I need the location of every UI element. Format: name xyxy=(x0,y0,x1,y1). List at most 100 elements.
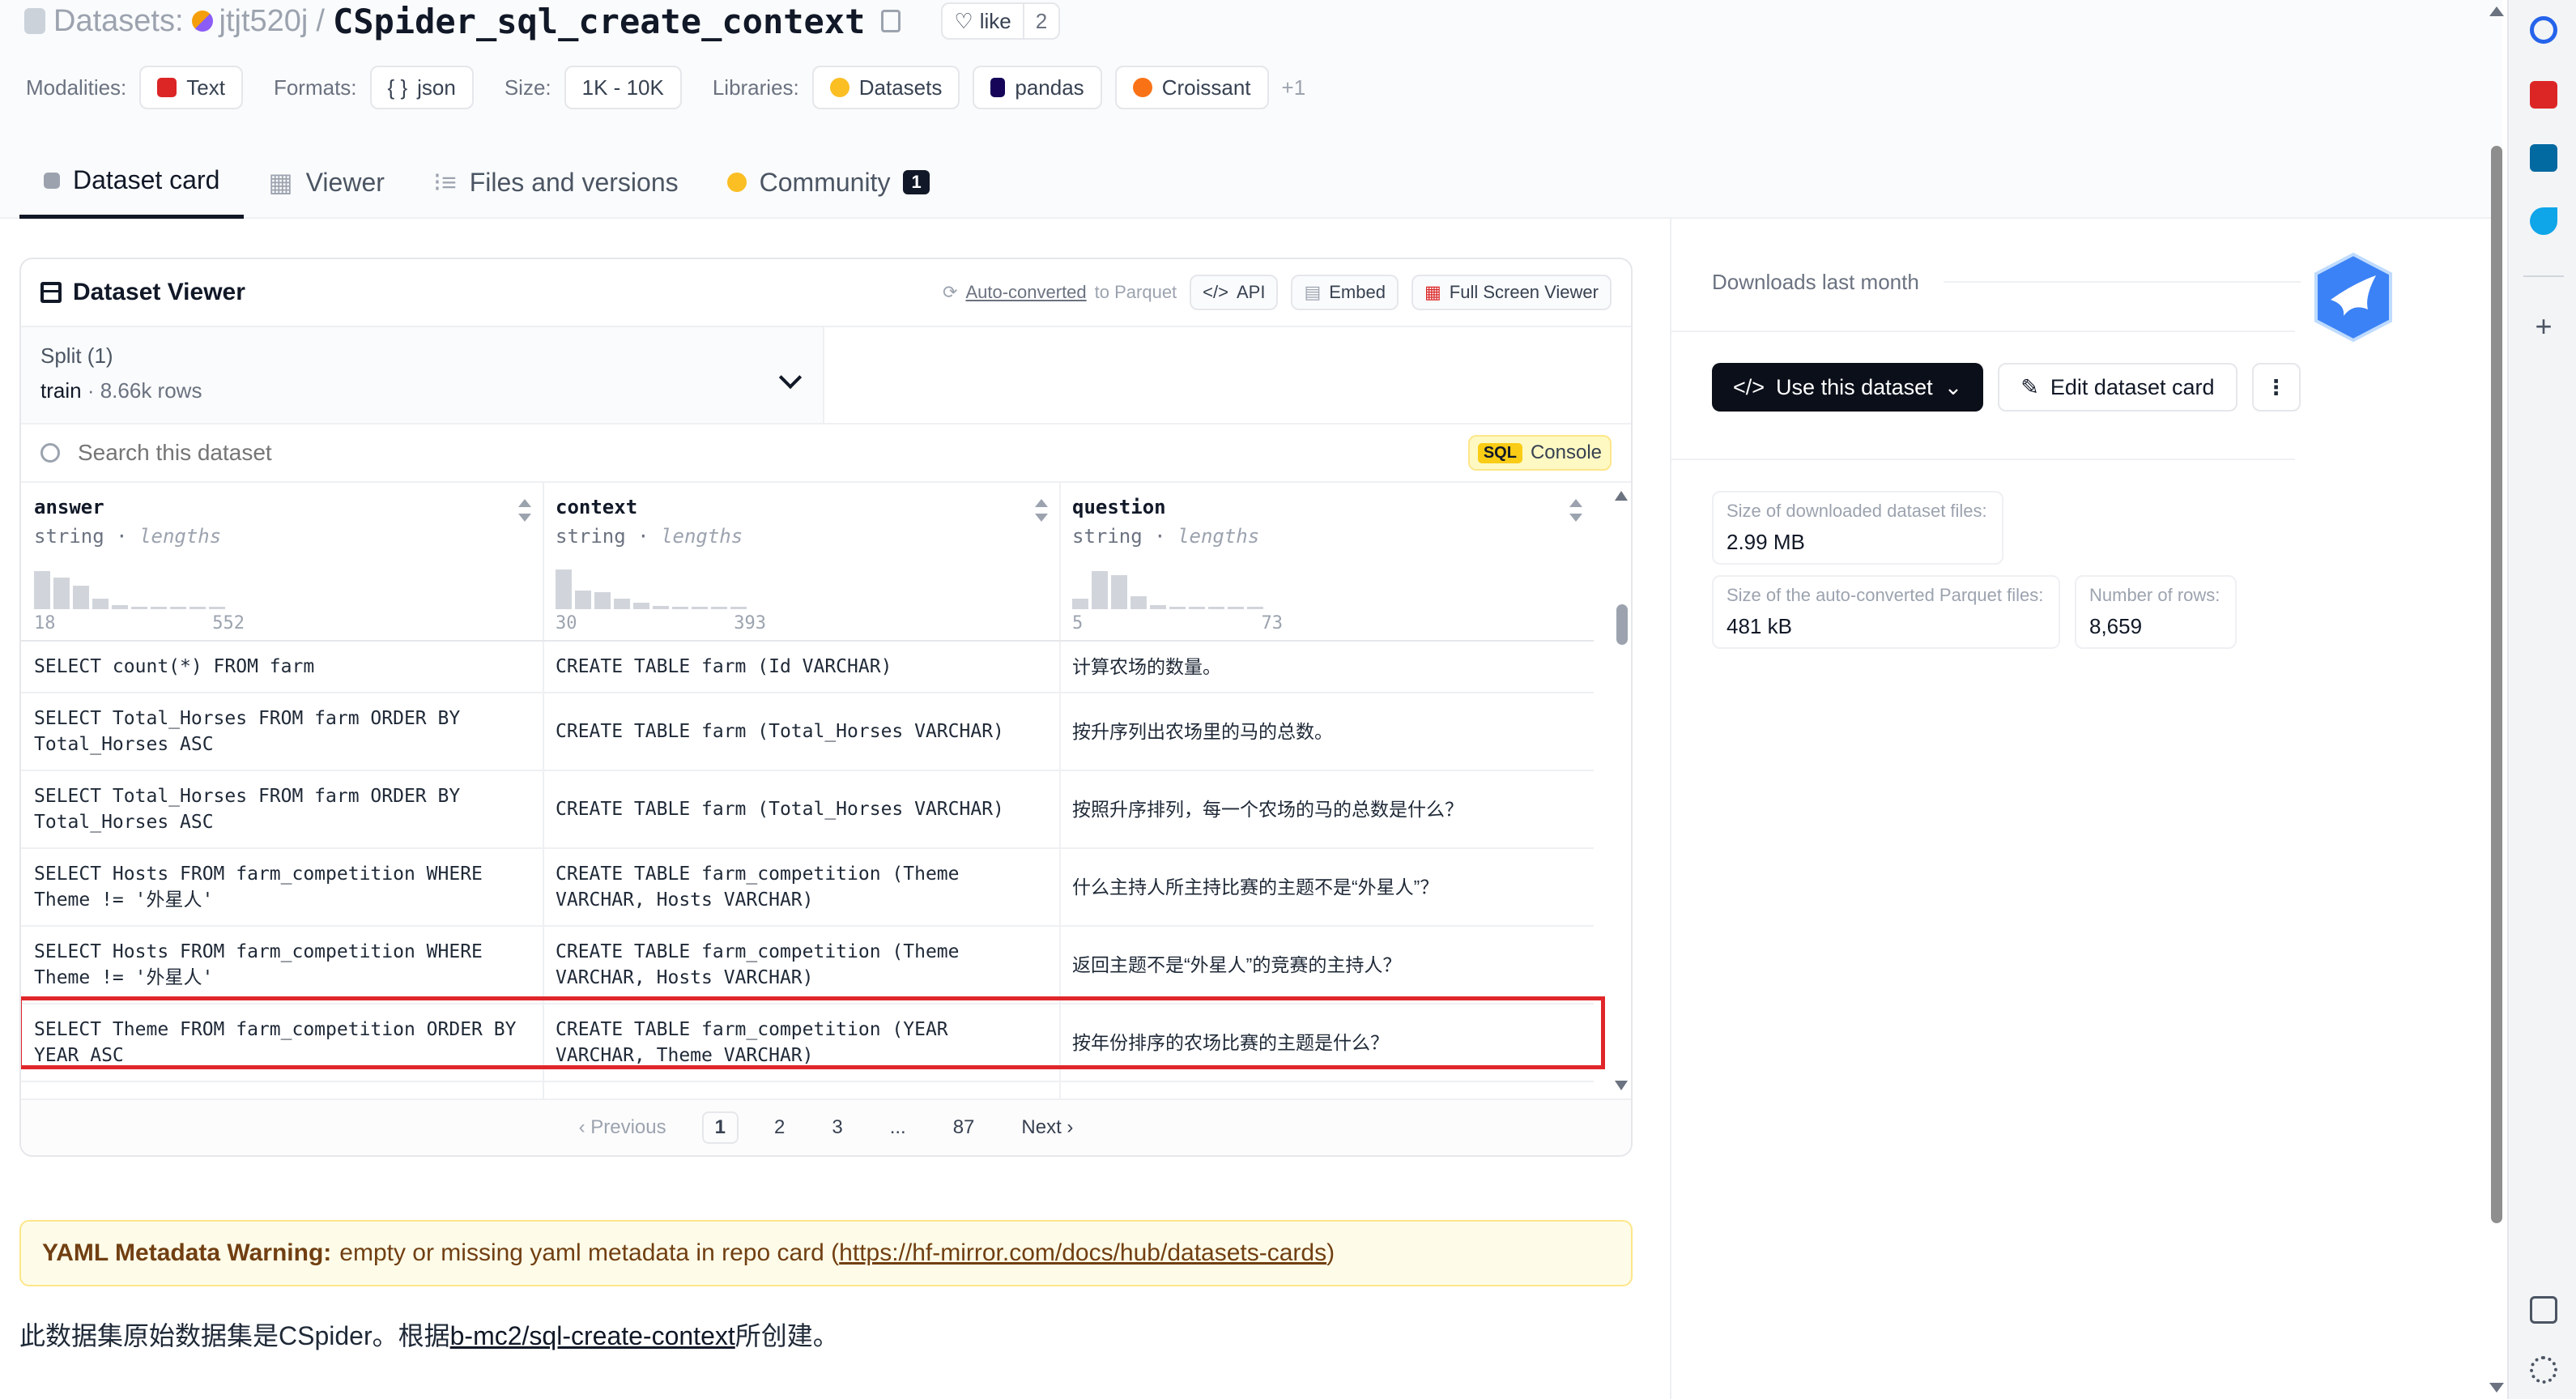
screenshot-icon[interactable] xyxy=(2530,1296,2557,1324)
auto-converted-note: ⟳ Auto-converted to Parquet xyxy=(943,282,1177,303)
more-libraries[interactable]: +1 xyxy=(1282,75,1306,100)
page-ellipsis: ... xyxy=(889,1116,906,1138)
scroll-down-icon[interactable] xyxy=(2489,1383,2504,1393)
histogram-bar xyxy=(1189,607,1205,609)
previous-page-button[interactable]: ‹ Previous xyxy=(568,1113,678,1142)
histogram-bar xyxy=(594,592,611,609)
histogram-bar xyxy=(1169,607,1186,609)
copy-icon[interactable] xyxy=(881,10,901,32)
split-rows: 8.66k rows xyxy=(100,378,202,403)
toolbox-icon[interactable] xyxy=(2530,81,2557,109)
histogram-bar xyxy=(633,603,649,609)
edit-card-button[interactable]: ✎ Edit dataset card xyxy=(1998,363,2238,412)
datasets-icon xyxy=(829,78,849,97)
use-dataset-button[interactable]: </> Use this dataset ⌄ xyxy=(1712,363,1984,412)
cube-icon xyxy=(44,172,60,189)
page-1[interactable]: 1 xyxy=(701,1111,739,1144)
page-scrollbar[interactable] xyxy=(2486,0,2506,1399)
sort-icon[interactable] xyxy=(1569,499,1582,522)
histogram-bar xyxy=(672,607,688,609)
histogram-bar xyxy=(1208,607,1224,609)
histogram-bar xyxy=(614,599,630,609)
outlook-icon[interactable] xyxy=(2530,144,2557,172)
scroll-thumb[interactable] xyxy=(1616,604,1628,645)
split-label: Split (1) xyxy=(40,343,113,368)
page-2[interactable]: 2 xyxy=(763,1113,796,1142)
pagination: ‹ Previous 1 2 3 ... 87 Next › xyxy=(21,1098,1631,1155)
answer-cells: SELECT count(*) FROM farm SELECT Total_Ho… xyxy=(21,642,543,1082)
context-cell: CREATE TABLE farm_competition (Theme VAR… xyxy=(543,849,1059,927)
embed-button[interactable]: ▤ Embed xyxy=(1291,275,1399,310)
like-button[interactable]: ♡ like 2 xyxy=(941,2,1061,40)
add-icon[interactable]: + xyxy=(2530,312,2557,341)
format-tag[interactable]: { } json xyxy=(369,66,474,109)
auto-converted-link[interactable]: Auto-converted xyxy=(965,282,1086,303)
previous-label: Previous xyxy=(590,1116,666,1138)
context-cells: CREATE TABLE farm (Id VARCHAR) CREATE TAB… xyxy=(543,642,1059,1082)
question-cell: 按年份排序的农场比赛的主题是什么？ xyxy=(1059,1004,1594,1082)
embed-label: Embed xyxy=(1329,282,1386,302)
search-input[interactable] xyxy=(78,440,1468,466)
answer-cell: SELECT Hosts FROM farm_competition WHERE… xyxy=(21,927,543,1004)
context-cell: CREATE TABLE farm (Total_Horses VARCHAR) xyxy=(543,771,1059,849)
bird-shield-icon xyxy=(2314,252,2392,343)
tab-community[interactable]: Community 1 xyxy=(703,146,954,219)
scroll-up-icon[interactable] xyxy=(1615,491,1628,501)
croissant-icon xyxy=(1132,78,1152,97)
tab-files[interactable]: ⁝≡ Files and versions xyxy=(409,146,703,219)
right-sidebar: Downloads last month 22 </> Use this data… xyxy=(1670,219,2502,1399)
community-badge: 1 xyxy=(903,170,930,194)
sql-console-button[interactable]: SQL Console xyxy=(1467,435,1612,471)
page-3[interactable]: 3 xyxy=(820,1113,854,1142)
histogram-bar xyxy=(653,606,669,609)
column-header[interactable]: answer string · lengths 18 552 xyxy=(21,483,543,642)
split-selector[interactable]: Split (1) train · 8.66k rows xyxy=(21,327,824,423)
description-text-end: 所创建。 xyxy=(734,1321,839,1350)
tab-viewer[interactable]: ▦ Viewer xyxy=(244,146,408,219)
library-tag-croissant[interactable]: Croissant xyxy=(1114,66,1269,109)
page-scroll-thumb[interactable] xyxy=(2491,146,2502,1223)
sort-icon[interactable] xyxy=(518,499,531,522)
histogram-bar xyxy=(1092,571,1108,609)
meta-row: Modalities: Text Formats: { } json Size: … xyxy=(26,65,1305,110)
full-screen-button[interactable]: ▦ Full Screen Viewer xyxy=(1411,275,1612,310)
search-icon[interactable] xyxy=(2530,16,2557,44)
column-type: string · lengths xyxy=(1072,525,1260,548)
library-tag-pandas[interactable]: pandas xyxy=(973,66,1102,109)
next-page-button[interactable]: Next › xyxy=(1010,1113,1084,1142)
column-header[interactable]: question string · lengths 5 73 xyxy=(1059,483,1594,642)
api-label: API xyxy=(1236,282,1266,302)
size-tag[interactable]: 1K - 10K xyxy=(564,66,682,109)
answer-cell: SELECT Hosts FROM farm_competition WHERE… xyxy=(21,849,543,927)
library-tag-datasets[interactable]: Datasets xyxy=(811,66,960,109)
histogram-bar xyxy=(692,607,708,609)
breadcrumb-datasets[interactable]: Datasets: xyxy=(53,4,184,39)
breadcrumb-separator: / xyxy=(316,3,325,38)
column-header[interactable]: context string · lengths 30 393 xyxy=(543,483,1059,642)
sort-icon[interactable] xyxy=(1035,499,1048,522)
scroll-down-icon[interactable] xyxy=(1615,1081,1628,1090)
histogram-bar xyxy=(1111,575,1127,609)
histogram-bar xyxy=(711,607,727,609)
answer-cell: SELECT Theme FROM farm_competition ORDER… xyxy=(21,1004,543,1082)
api-button[interactable]: </> API xyxy=(1190,275,1279,310)
length-histogram xyxy=(556,564,747,609)
repo-name[interactable]: CSpider_sql_create_context xyxy=(333,2,865,41)
scroll-up-icon[interactable] xyxy=(2489,6,2504,16)
send-icon[interactable] xyxy=(2530,207,2557,235)
breadcrumb-user[interactable]: jtjt520j xyxy=(191,4,309,39)
histogram-bar xyxy=(151,607,167,609)
tab-label: Files and versions xyxy=(469,167,679,197)
question-cell: 计算农场的数量。 xyxy=(1059,642,1594,693)
warning-link[interactable]: https://hf-mirror.com/docs/hub/datasets-… xyxy=(839,1239,1326,1267)
more-options-button[interactable]: ⋮ xyxy=(2251,363,2301,412)
files-icon: ⁝≡ xyxy=(432,168,457,197)
user-name[interactable]: jtjt520j xyxy=(219,4,309,39)
page-87[interactable]: 87 xyxy=(942,1113,986,1142)
source-dataset-link[interactable]: b-mc2/sql-create-context xyxy=(450,1321,735,1350)
modality-tag[interactable]: Text xyxy=(139,66,243,109)
gear-icon[interactable] xyxy=(2530,1356,2557,1384)
tab-dataset-card[interactable]: Dataset card xyxy=(19,146,245,219)
table-scrollbar[interactable] xyxy=(1613,483,1631,1098)
histogram-bar xyxy=(170,607,186,609)
